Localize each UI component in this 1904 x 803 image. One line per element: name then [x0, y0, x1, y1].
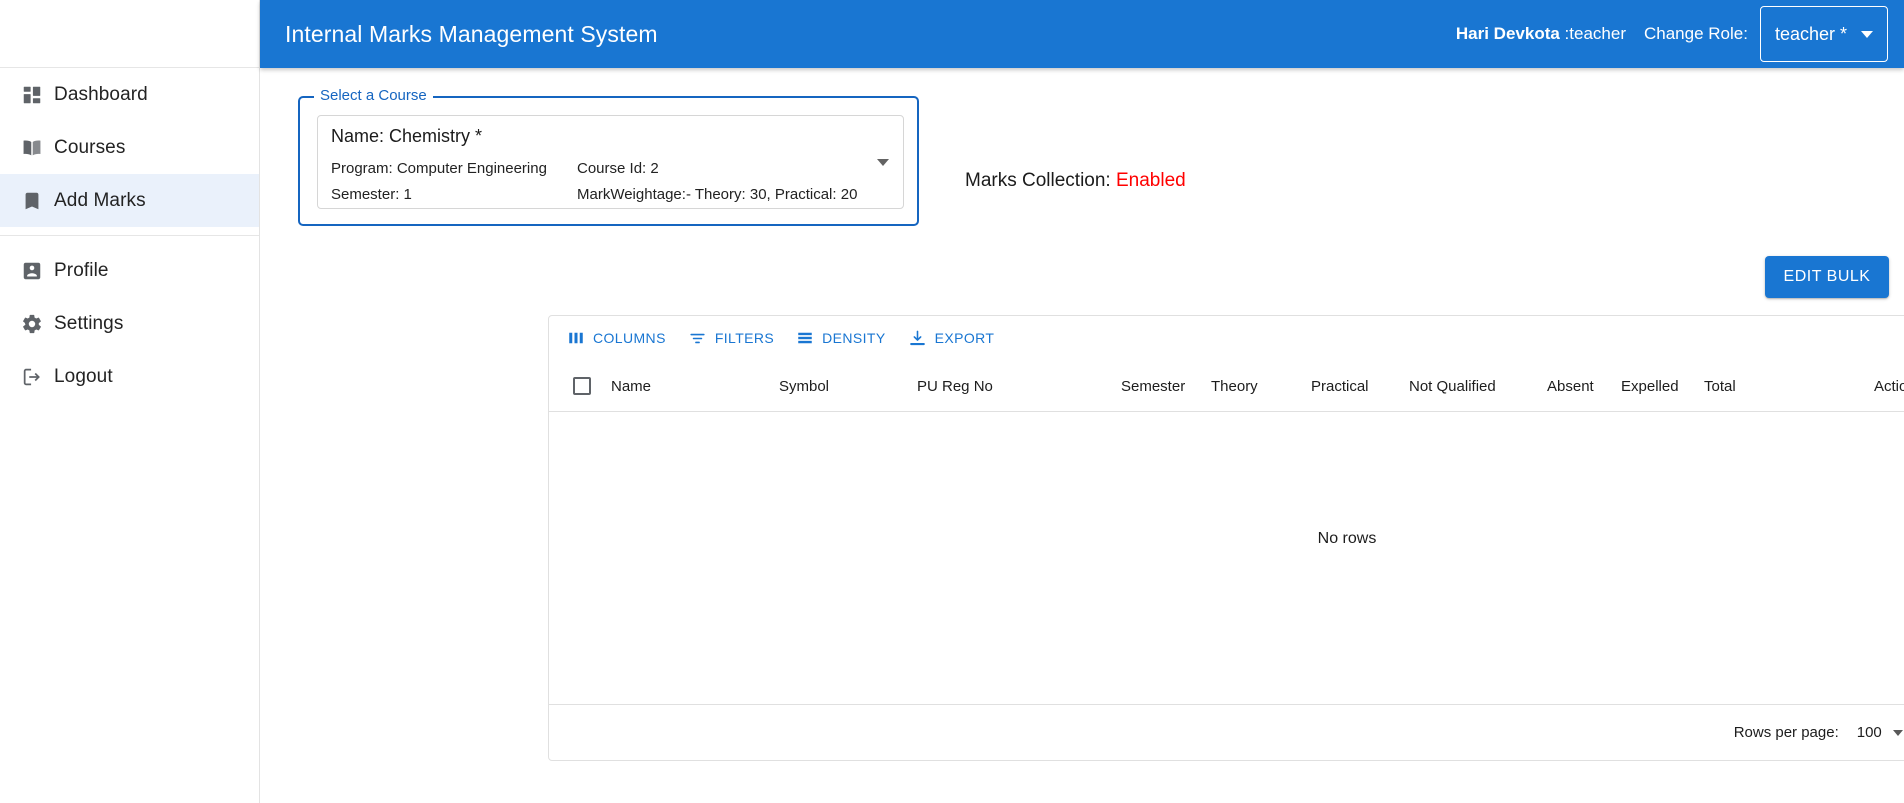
- select-all-checkbox[interactable]: [573, 377, 591, 395]
- grid-toolbar: COLUMNS FILTERS DENSITY EXPORT: [549, 316, 1904, 360]
- book-icon: [10, 137, 54, 159]
- current-user-role: :teacher: [1559, 24, 1626, 43]
- sidebar-item-profile[interactable]: Profile: [0, 244, 259, 297]
- chevron-down-icon: [1861, 30, 1873, 38]
- course-selector[interactable]: Select a Course Name: Chemistry * Progra…: [298, 87, 919, 226]
- status-badge: Enabled: [1116, 170, 1186, 191]
- main-content: Select a Course Name: Chemistry * Progra…: [260, 68, 1904, 803]
- edit-bulk-button[interactable]: EDIT BULK: [1765, 256, 1889, 298]
- filters-button[interactable]: FILTERS: [680, 323, 782, 354]
- sidebar-divider: [0, 235, 259, 236]
- gear-icon: [10, 313, 54, 335]
- grid-column-header[interactable]: Symbol: [779, 378, 829, 395]
- contact-card-icon: [10, 260, 54, 282]
- sidebar-primary-group: Dashboard Courses Add Marks: [0, 68, 259, 227]
- page-title: Internal Marks Management System: [285, 20, 658, 47]
- bookmark-icon: [10, 190, 54, 212]
- sidebar-item-dashboard[interactable]: Dashboard: [0, 68, 259, 121]
- checkbox-icon: [573, 377, 591, 395]
- marks-collection-label: Marks Collection:: [965, 170, 1111, 191]
- grid-column-header[interactable]: Action: [1874, 378, 1904, 395]
- columns-icon: [567, 329, 585, 347]
- grid-column-header[interactable]: Practical: [1311, 378, 1369, 395]
- sidebar-item-label: Profile: [54, 259, 109, 281]
- dashboard-icon: [10, 84, 54, 106]
- sidebar-item-label: Add Marks: [54, 189, 146, 211]
- sidebar-item-settings[interactable]: Settings: [0, 297, 259, 350]
- density-button[interactable]: DENSITY: [788, 323, 893, 353]
- grid-column-header[interactable]: PU Reg No: [917, 378, 993, 395]
- rows-per-page-select[interactable]: 100: [1857, 724, 1903, 741]
- empty-state-message: No rows: [1317, 530, 1377, 547]
- logout-icon: [10, 366, 54, 388]
- change-role-label: Change Role:: [1643, 24, 1748, 43]
- course-id: Course Id: 2: [577, 160, 659, 177]
- sidebar-item-courses[interactable]: Courses: [0, 121, 259, 174]
- sidebar-item-add-marks[interactable]: Add Marks: [0, 174, 259, 227]
- course-program: Program: Computer Engineering: [331, 160, 547, 177]
- density-button-label: DENSITY: [822, 330, 886, 346]
- filters-button-label: FILTERS: [714, 330, 775, 346]
- sidebar-item-label: Courses: [54, 136, 126, 158]
- marks-data-grid: COLUMNS FILTERS DENSITY EXPORT Name Symb…: [548, 315, 1904, 761]
- grid-column-header[interactable]: Expelled: [1621, 378, 1679, 395]
- course-name: Name: Chemistry *: [331, 126, 483, 146]
- grid-column-header[interactable]: Not Qualified: [1409, 378, 1496, 395]
- export-icon: [908, 329, 927, 348]
- sidebar-item-label: Dashboard: [54, 83, 148, 105]
- course-selector-legend: Select a Course: [314, 87, 433, 104]
- grid-column-header[interactable]: Absent: [1547, 378, 1594, 395]
- role-select[interactable]: teacher *: [1759, 6, 1888, 62]
- course-mark-weightage: MarkWeightage:- Theory: 30, Practical: 2…: [577, 186, 858, 203]
- sidebar-top-spacer: [0, 0, 259, 68]
- marks-collection-status: Marks Collection: Enabled: [965, 170, 1186, 192]
- rows-per-page-label: Rows per page:: [1733, 724, 1839, 741]
- current-user: Hari Devkota :teacher: [1456, 24, 1626, 44]
- app-root: Dashboard Courses Add Marks Profile Sett…: [0, 0, 1904, 803]
- grid-header-row: Name Symbol PU Reg No Semester Theory Practic…: [549, 360, 1904, 412]
- grid-column-header[interactable]: Theory: [1211, 378, 1258, 395]
- filter-icon: [688, 329, 707, 348]
- sidebar-item-label: Logout: [54, 365, 113, 387]
- density-icon: [796, 329, 814, 347]
- grid-column-header[interactable]: Total: [1704, 378, 1736, 395]
- export-button-label: EXPORT: [934, 330, 995, 346]
- export-button[interactable]: EXPORT: [900, 323, 1003, 354]
- rows-per-page-value: 100: [1856, 724, 1882, 741]
- chevron-down-icon: [1892, 729, 1903, 736]
- course-selector-box[interactable]: Name: Chemistry * Program: Computer Engi…: [317, 115, 904, 209]
- grid-body: No rows: [549, 412, 1904, 666]
- grid-column-header[interactable]: Semester: [1121, 378, 1185, 395]
- course-semester: Semester: 1: [331, 186, 412, 203]
- columns-button-label: COLUMNS: [593, 330, 666, 346]
- columns-button[interactable]: COLUMNS: [559, 323, 674, 353]
- chevron-down-icon[interactable]: [877, 159, 889, 166]
- sidebar-item-logout[interactable]: Logout: [0, 350, 259, 403]
- sidebar-item-label: Settings: [54, 312, 124, 334]
- app-header: Internal Marks Management System Hari De…: [260, 0, 1904, 68]
- grid-footer: Rows per page: 100 0–0 of 0: [549, 704, 1904, 760]
- sidebar: Dashboard Courses Add Marks Profile Sett…: [0, 0, 260, 803]
- header-right-group: Hari Devkota :teacher Change Role: teach…: [1456, 6, 1904, 62]
- current-user-name: Hari Devkota: [1455, 24, 1560, 43]
- role-select-value: teacher *: [1774, 23, 1847, 44]
- grid-column-header[interactable]: Name: [611, 378, 651, 395]
- sidebar-secondary-group: Profile Settings Logout: [0, 244, 259, 403]
